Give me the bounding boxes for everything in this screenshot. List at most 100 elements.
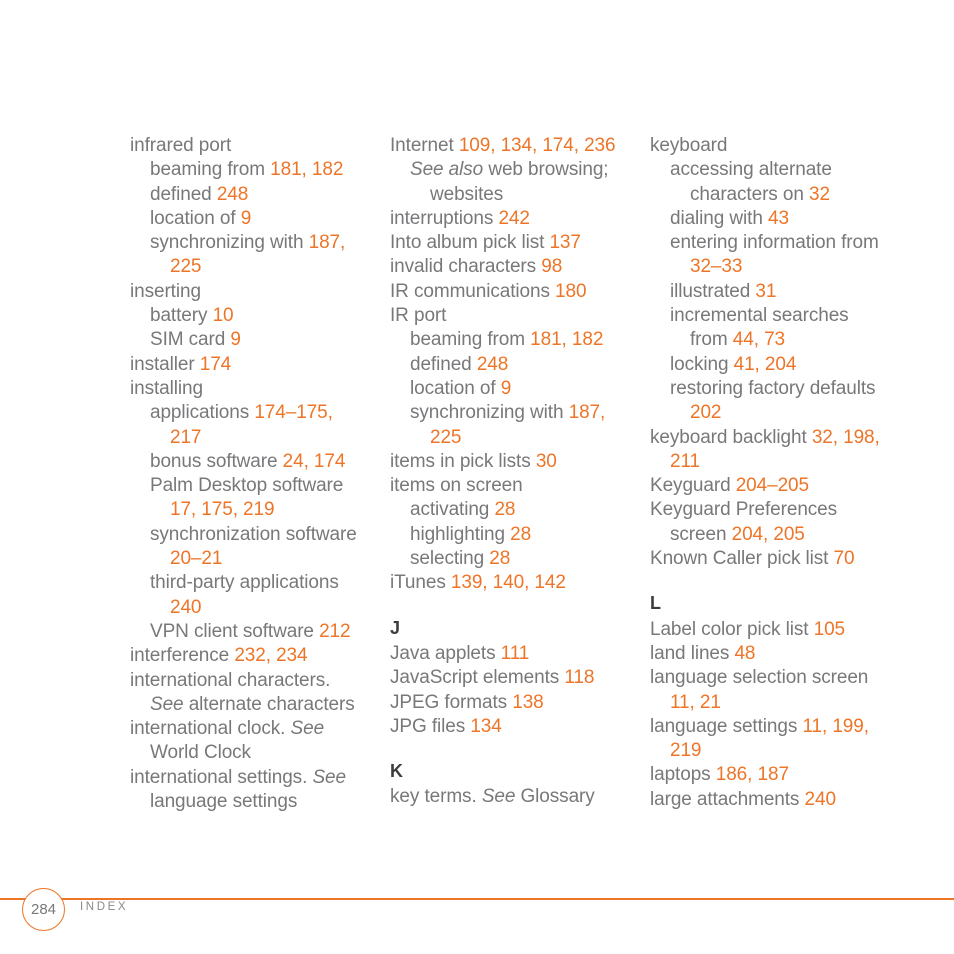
page-reference[interactable]: 240 <box>805 789 837 810</box>
page-reference[interactable]: 180 <box>555 281 587 302</box>
entry-text: location of <box>150 207 241 229</box>
entry-text: Into album pick list <box>390 232 550 254</box>
entry-text: battery <box>150 305 213 327</box>
entry-text: IR communications <box>390 280 556 302</box>
page-reference[interactable]: 186, 187 <box>716 764 789 785</box>
page-reference[interactable]: 139, 140, 142 <box>451 572 566 593</box>
index-entry: land lines 48 <box>650 642 882 666</box>
index-entry: Keyguard Preferences screen 204, 205 <box>650 498 882 547</box>
entry-text: third-party applications <box>150 572 339 594</box>
entry-text: JPG files <box>390 715 471 737</box>
entry-text: language selection screen <box>650 667 869 689</box>
page-reference[interactable]: 32 <box>809 184 830 205</box>
page-reference[interactable]: 202 <box>690 402 722 423</box>
index-entry: large attachments 240 <box>650 788 882 812</box>
index-entry: defined 248 <box>130 183 362 207</box>
entry-text: locking <box>670 353 734 375</box>
page-reference[interactable]: 41, 204 <box>734 354 797 375</box>
entry-text: items in pick lists <box>390 450 536 472</box>
index-entry: dialing with 43 <box>650 207 882 231</box>
entry-text: VPN client software <box>150 620 320 642</box>
page-reference[interactable]: 17, 175, 219 <box>170 499 275 520</box>
entry-text: Java applets <box>390 642 501 664</box>
page-reference[interactable]: 248 <box>477 354 509 375</box>
index-entry: interference 232, 234 <box>130 644 362 668</box>
page-reference[interactable]: 9 <box>241 208 252 229</box>
index-entry: Into album pick list 137 <box>390 231 622 255</box>
page-reference[interactable]: 105 <box>814 619 846 640</box>
index-entry: IR communications 180 <box>390 280 622 304</box>
index-entry: IR port <box>390 304 622 328</box>
page-reference[interactable]: 9 <box>501 378 512 399</box>
index-entry: Internet 109, 134, 174, 236 <box>390 134 622 158</box>
page-reference[interactable]: 70 <box>834 548 855 569</box>
page-reference[interactable]: 204–205 <box>736 475 809 496</box>
entry-text: defined <box>150 183 217 205</box>
page-reference[interactable]: 30 <box>536 451 557 472</box>
entry-text: language settings <box>650 715 803 737</box>
index-entry: third-party applications 240 <box>130 571 362 620</box>
page-reference[interactable]: 212 <box>319 621 351 642</box>
entry-text: applications <box>150 402 255 424</box>
entry-text: SIM card <box>150 329 231 351</box>
index-entry: inserting <box>130 280 362 304</box>
index-entry: Keyguard 204–205 <box>650 474 882 498</box>
page-reference[interactable]: 32–33 <box>690 256 742 277</box>
index-entry: synchronizing with 187, 225 <box>130 231 362 280</box>
page-reference[interactable]: 11, 21 <box>670 692 721 713</box>
footer-divider <box>0 898 954 900</box>
page-reference[interactable]: 24, 174 <box>283 451 346 472</box>
entry-text: defined <box>410 353 477 375</box>
page-reference[interactable]: 9 <box>230 329 241 350</box>
index-entry: language selection screen 11, 21 <box>650 666 882 715</box>
index-entry: international characters. See alternate … <box>130 669 362 718</box>
page-reference[interactable]: 181, 182 <box>530 329 603 350</box>
index-columns: infrared port beaming from 181, 182 define… <box>130 134 920 814</box>
page-reference[interactable]: 31 <box>755 281 776 302</box>
entry-text: IR port <box>390 305 447 327</box>
page-reference[interactable]: 134 <box>470 716 502 737</box>
page-reference[interactable]: 28 <box>510 524 531 545</box>
index-letter-heading: J <box>390 617 401 638</box>
index-entry: JPEG formats 138 <box>390 691 622 715</box>
index-entry: Palm Desktop software 17, 175, 219 <box>130 474 362 523</box>
index-entry: location of 9 <box>390 377 622 401</box>
entry-text: installer <box>130 353 200 375</box>
page-reference[interactable]: 98 <box>541 256 562 277</box>
page-reference[interactable]: 138 <box>512 692 544 713</box>
page-reference[interactable]: 248 <box>217 184 249 205</box>
page-reference[interactable]: 43 <box>768 208 789 229</box>
index-entry: beaming from 181, 182 <box>390 328 622 352</box>
page-reference[interactable]: 44, 73 <box>733 329 785 350</box>
page-reference[interactable]: 204, 205 <box>732 524 805 545</box>
entry-text: large attachments <box>650 788 805 810</box>
index-entry: international settings. See language set… <box>130 766 362 815</box>
page-reference[interactable]: 48 <box>734 643 755 664</box>
page-reference[interactable]: 137 <box>549 232 581 253</box>
page-reference[interactable]: 240 <box>170 597 202 618</box>
entry-text: international clock. <box>130 718 291 740</box>
page-reference[interactable]: 118 <box>564 667 594 688</box>
page-reference[interactable]: 20–21 <box>170 548 222 569</box>
entry-text: accessing alternate characters on <box>670 159 832 205</box>
see-reference: See also <box>410 159 484 181</box>
entry-text: dialing with <box>670 207 768 229</box>
index-entry: key terms. See Glossary <box>390 785 622 809</box>
page-reference[interactable]: 181, 182 <box>270 159 343 180</box>
page-reference[interactable]: 174 <box>200 354 232 375</box>
see-reference: See <box>481 786 516 808</box>
index-entry: interruptions 242 <box>390 207 622 231</box>
page-reference[interactable]: 10 <box>213 305 234 326</box>
index-entry: VPN client software 212 <box>130 620 362 644</box>
page-reference[interactable]: 28 <box>489 548 510 569</box>
entry-text: JavaScript elements <box>390 667 565 689</box>
entry-text: Known Caller pick list <box>650 548 834 570</box>
page-reference[interactable]: 242 <box>498 208 530 229</box>
page-reference[interactable]: 28 <box>494 499 515 520</box>
index-entry: installer 174 <box>130 353 362 377</box>
page-reference[interactable]: 111 <box>501 643 530 664</box>
page-reference[interactable]: 232, 234 <box>234 645 307 666</box>
entry-text: illustrated <box>670 280 756 302</box>
index-entry: accessing alternate characters on 32 <box>650 158 882 207</box>
page-reference[interactable]: 109, 134, 174, 236 <box>459 135 616 156</box>
